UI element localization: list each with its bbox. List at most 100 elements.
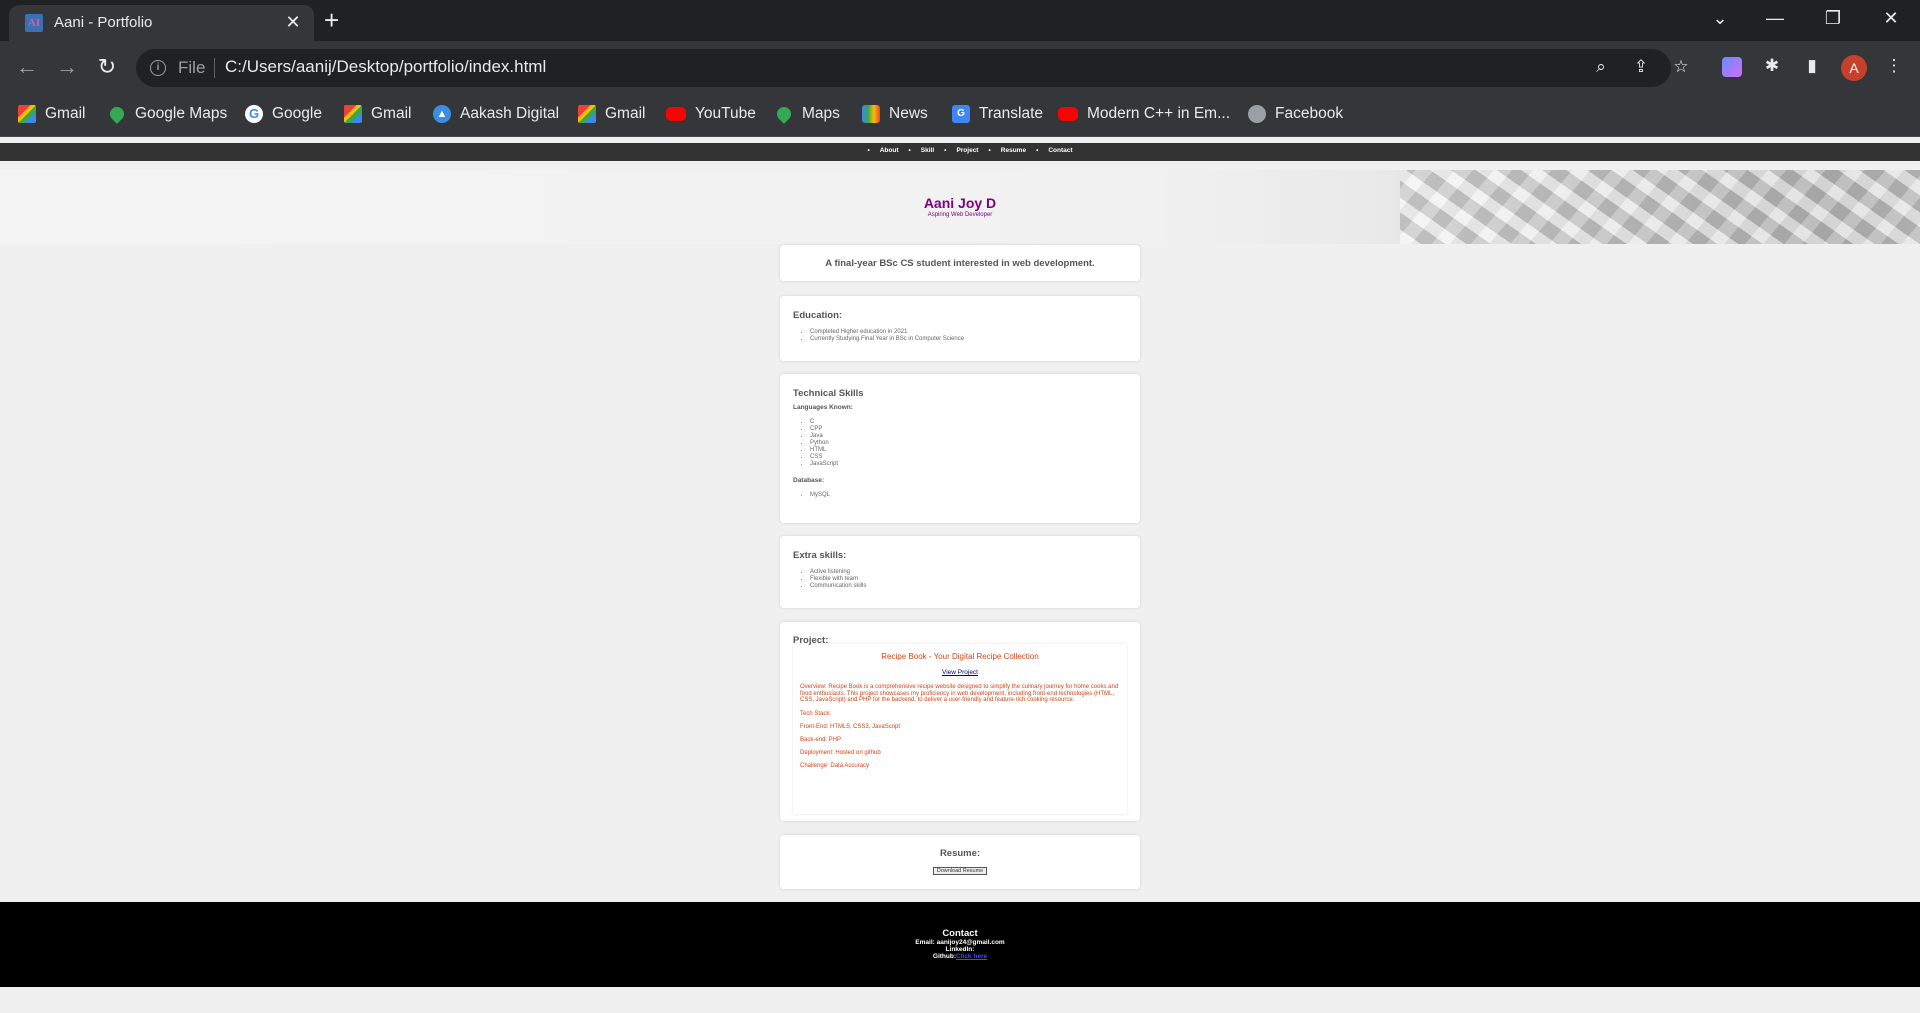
bookmark-label: Facebook bbox=[1275, 105, 1344, 122]
gmail-icon bbox=[578, 105, 596, 123]
bookmark-maps[interactable]: Maps bbox=[774, 104, 840, 124]
bookmark-news[interactable]: News bbox=[862, 105, 928, 123]
extension-icon[interactable] bbox=[1722, 57, 1742, 77]
project-challenge: Challenge: Data Accuracy bbox=[800, 762, 870, 769]
nav-project[interactable]: Project bbox=[956, 147, 978, 154]
new-tab-icon[interactable]: + bbox=[324, 7, 339, 33]
languages-label: Languages Known: bbox=[793, 404, 853, 411]
education-list: Completed Higher education in 2021 Curre… bbox=[793, 329, 1127, 343]
bookmark-google[interactable]: G Google bbox=[245, 105, 322, 123]
nav-bullet: • bbox=[944, 147, 947, 154]
tab-search-chevron-icon[interactable]: ⌄ bbox=[1705, 8, 1735, 29]
bookmark-label: YouTube bbox=[695, 105, 756, 122]
reload-icon[interactable]: ↻ bbox=[92, 54, 122, 80]
bookmark-label: Google Maps bbox=[135, 105, 228, 122]
view-project-link[interactable]: View Project bbox=[800, 669, 1120, 676]
github-label: Github: bbox=[932, 953, 957, 960]
education-card: Education: Completed Higher education in… bbox=[780, 296, 1140, 361]
project-card: Project: Recipe Book - Your Digital Reci… bbox=[780, 622, 1140, 821]
close-tab-icon[interactable]: ✕ bbox=[283, 12, 303, 32]
list-item: Java bbox=[810, 433, 1127, 440]
nav-contact[interactable]: Contact bbox=[1048, 147, 1072, 154]
bookmark-label: Translate bbox=[979, 105, 1044, 122]
database-list: MySQL bbox=[793, 492, 1127, 499]
url-scheme-label: File bbox=[178, 58, 206, 77]
bookmark-facebook[interactable]: Facebook bbox=[1248, 105, 1343, 123]
bookmark-label: Modern C++ in Em... bbox=[1087, 105, 1231, 122]
site-navbar: • About • Skill • Project • Resume • Con… bbox=[0, 143, 1920, 161]
list-item: Active listening bbox=[810, 569, 1127, 576]
maps-icon bbox=[107, 104, 127, 124]
back-arrow-icon[interactable]: ← bbox=[12, 54, 42, 80]
list-item: Flexible with team bbox=[810, 576, 1127, 583]
bookmark-gmail[interactable]: Gmail bbox=[18, 105, 85, 123]
maps-icon bbox=[774, 104, 794, 124]
globe-icon bbox=[1248, 105, 1266, 123]
active-tab[interactable]: AI Aani - Portfolio ✕ bbox=[9, 5, 314, 41]
translate-icon: G bbox=[952, 105, 970, 123]
bookmark-label: Aakash Digital bbox=[460, 105, 560, 122]
resume-card: Resume: Download Resume bbox=[780, 835, 1140, 889]
project-title: Recipe Book - Your Digital Recipe Collec… bbox=[881, 652, 1039, 661]
intro-text: A final-year BSc CS student interested i… bbox=[825, 258, 1095, 269]
hero-banner: Aani Joy D Aspiring Web Developer bbox=[0, 170, 1920, 244]
share-icon[interactable]: ⇪ bbox=[1630, 57, 1652, 77]
list-item: Communication skills bbox=[810, 583, 1127, 590]
nav-bullet: • bbox=[988, 147, 991, 154]
contact-linkedin: LinkedIn: bbox=[945, 946, 975, 953]
address-bar[interactable]: i File C:/Users/aanij/Desktop/portfolio/… bbox=[136, 49, 1689, 87]
restore-icon[interactable]: ❐ bbox=[1818, 8, 1848, 29]
contact-footer: Contact Email: aanijoy24@gmail.com Linke… bbox=[0, 902, 1920, 987]
bookmark-translate[interactable]: G Translate bbox=[952, 105, 1043, 123]
bookmark-label: News bbox=[889, 105, 928, 122]
contact-github: Github:Click here bbox=[0, 953, 1920, 960]
bookmarks-bar: Gmail Google Maps G Google Gmail ▲ Aakash … bbox=[0, 97, 1920, 137]
minimize-icon[interactable]: — bbox=[1760, 8, 1790, 29]
project-tech-stack: Tech Stack: bbox=[800, 710, 832, 717]
menu-kebab-icon[interactable]: ⋮ bbox=[1882, 56, 1906, 76]
bookmark-youtube[interactable]: YouTube bbox=[666, 105, 756, 123]
profile-avatar[interactable]: A bbox=[1841, 55, 1867, 81]
project-item: Recipe Book - Your Digital Recipe Collec… bbox=[793, 644, 1127, 814]
bookmark-star-icon[interactable]: ☆ bbox=[1670, 57, 1692, 77]
extensions-puzzle-icon[interactable]: ✱ bbox=[1760, 56, 1784, 76]
languages-list: C CPP Java Python HTML CSS JavaScript bbox=[793, 419, 1127, 468]
list-item: CPP bbox=[810, 426, 1127, 433]
bookmark-gmail-3[interactable]: Gmail bbox=[578, 105, 645, 123]
list-item: Python bbox=[810, 440, 1127, 447]
nav-resume[interactable]: Resume bbox=[1001, 147, 1026, 154]
close-window-icon[interactable]: ✕ bbox=[1876, 8, 1906, 29]
bookmark-aakash-digital[interactable]: ▲ Aakash Digital bbox=[433, 105, 559, 123]
omnibox-divider bbox=[214, 58, 215, 78]
extra-skills-list: Active listening Flexible with team Comm… bbox=[793, 569, 1127, 590]
forward-arrow-icon[interactable]: → bbox=[52, 54, 82, 80]
contact-email: Email: aanijoy24@gmail.com bbox=[915, 939, 1005, 946]
google-icon: G bbox=[245, 105, 263, 123]
hero-name: Aani Joy D bbox=[923, 195, 997, 211]
list-item: Completed Higher education in 2021 bbox=[810, 329, 1127, 336]
page-bottom-area bbox=[0, 987, 1920, 1013]
bookmark-label: Gmail bbox=[45, 105, 86, 122]
site-favicon-icon: AI bbox=[25, 14, 43, 32]
url-text[interactable]: C:/Users/aanij/Desktop/portfolio/index.h… bbox=[225, 57, 546, 77]
intro-card: A final-year BSc CS student interested i… bbox=[780, 245, 1140, 281]
tab-title: Aani - Portfolio bbox=[54, 14, 153, 31]
nav-about[interactable]: About bbox=[880, 147, 899, 154]
download-resume-button[interactable]: Download Resume bbox=[932, 867, 988, 875]
gmail-icon bbox=[344, 105, 362, 123]
nav-skill[interactable]: Skill bbox=[921, 147, 934, 154]
youtube-icon bbox=[1058, 107, 1078, 121]
skills-heading: Technical Skills bbox=[793, 388, 864, 399]
nav-bullet: • bbox=[1036, 147, 1039, 154]
gmail-icon bbox=[18, 105, 36, 123]
github-link[interactable]: Click here bbox=[956, 953, 987, 960]
bookmark-label: Gmail bbox=[371, 105, 412, 122]
bookmark-gmail-2[interactable]: Gmail bbox=[344, 105, 411, 123]
nav-bullet: • bbox=[908, 147, 911, 154]
list-item: JavaScript bbox=[810, 461, 1127, 468]
bookmark-modern-cpp[interactable]: Modern C++ in Em... bbox=[1058, 105, 1230, 123]
site-info-icon[interactable]: i bbox=[150, 60, 166, 76]
side-panel-icon[interactable]: ▮ bbox=[1800, 56, 1824, 76]
zoom-icon[interactable]: ⌕ bbox=[1590, 57, 1612, 77]
bookmark-google-maps[interactable]: Google Maps bbox=[107, 104, 228, 124]
